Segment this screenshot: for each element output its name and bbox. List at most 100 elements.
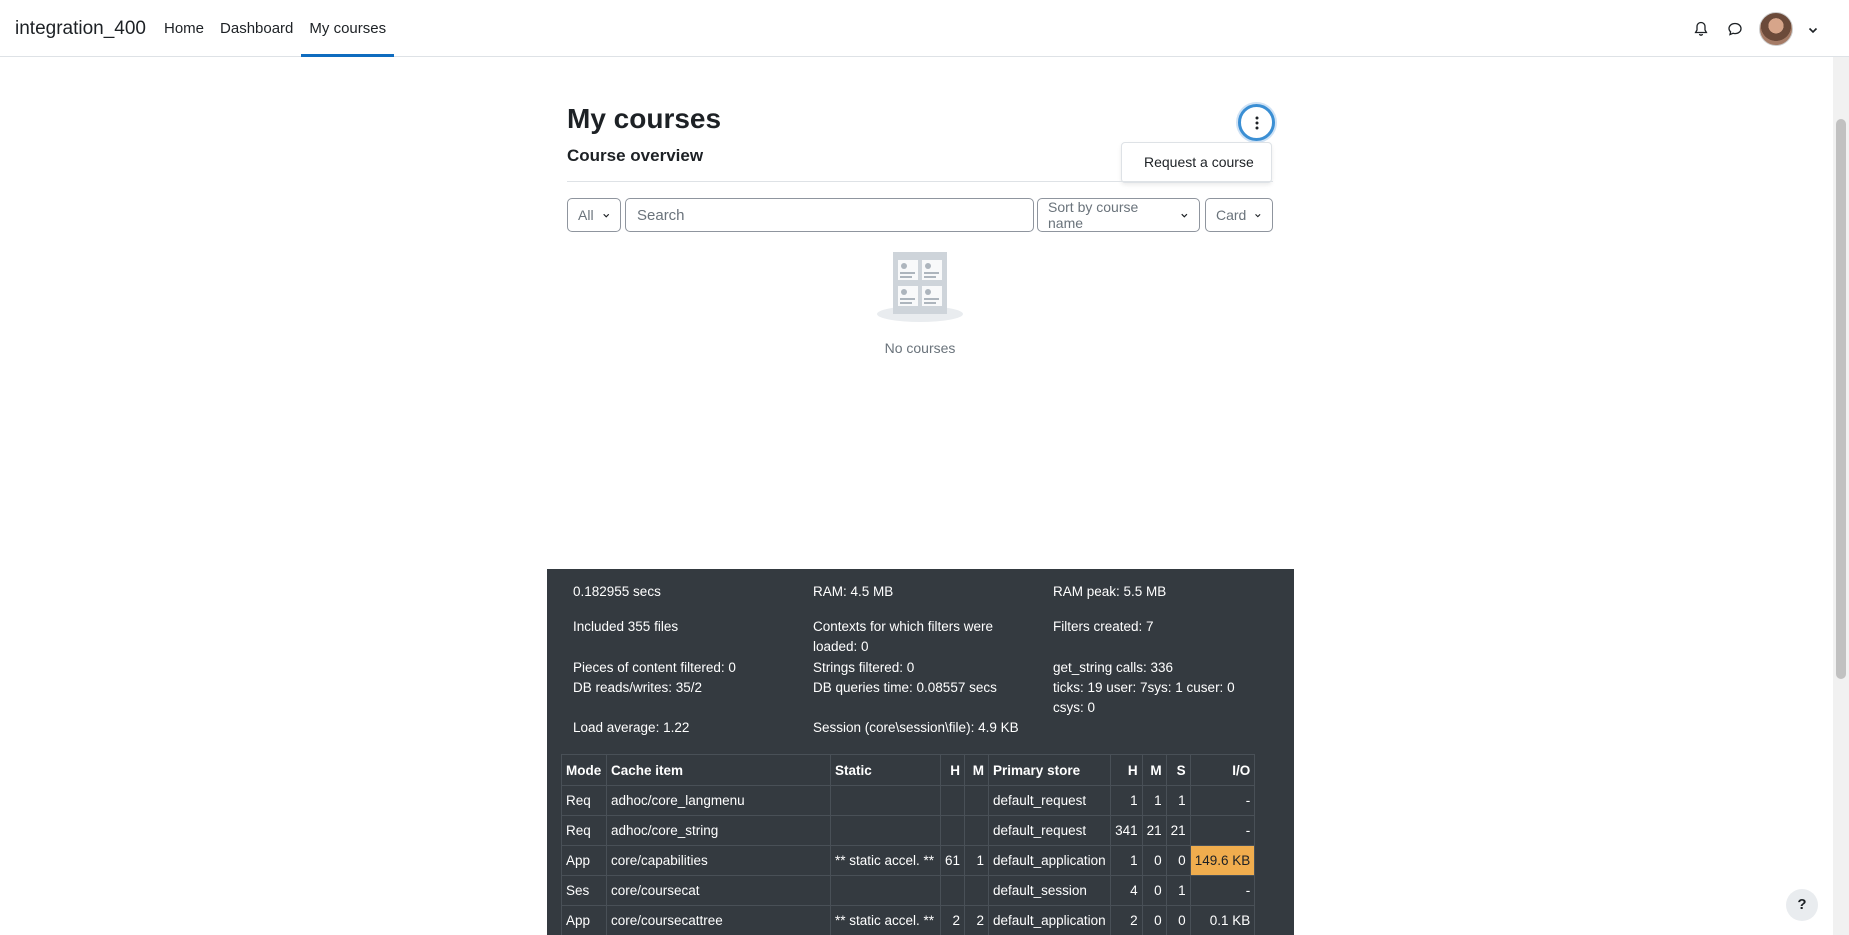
cell-m: 0 (1141, 875, 1167, 906)
cell-mode: App (561, 905, 607, 935)
cell-static-m (964, 875, 990, 906)
cell-cache-item: core/capabilities (606, 845, 831, 876)
bell-icon[interactable] (1691, 19, 1711, 39)
cell-static (830, 875, 941, 906)
col-static: Static (830, 754, 941, 786)
cell-io: 0.1 KB (1189, 905, 1256, 935)
col-static-m: M (964, 754, 990, 786)
chat-icon[interactable] (1725, 19, 1745, 39)
view-label: Card (1216, 207, 1247, 223)
cell-mode: Req (561, 815, 607, 846)
nav-dashboard[interactable]: Dashboard (212, 0, 301, 57)
view-dropdown[interactable]: Card (1205, 198, 1273, 232)
cell-mode: App (561, 845, 607, 876)
actions-menu-button[interactable] (1238, 104, 1275, 141)
empty-state-text: No courses (884, 340, 956, 356)
primary-nav: Home Dashboard My courses (156, 0, 395, 57)
cell-static-m: 2 (964, 905, 990, 935)
chevron-down-icon (1255, 213, 1261, 217)
perf-ram-peak: RAM peak: 5.5 MB (1053, 584, 1167, 599)
cell-static-h (939, 815, 966, 846)
scrollbar-thumb[interactable] (1836, 119, 1846, 679)
cache-table: Mode Cache item Static H M Primary store… (561, 754, 1256, 935)
col-primary-store: Primary store (988, 754, 1111, 786)
sort-dropdown[interactable]: Sort by course name (1037, 198, 1200, 232)
cell-primary-store: default_request (988, 785, 1111, 816)
top-navbar: integration_400 Home Dashboard My course… (0, 0, 1849, 57)
chevron-down-icon[interactable] (1807, 23, 1819, 35)
cell-primary-store: default_session (988, 875, 1111, 906)
cell-s: 0 (1165, 845, 1191, 876)
cell-mode: Ses (561, 875, 607, 906)
cell-cache-item: core/coursecattree (606, 905, 831, 935)
cell-io: - (1189, 785, 1256, 816)
cell-io: 149.6 KB (1189, 845, 1256, 876)
cell-primary-store: default_application (988, 905, 1111, 935)
perf-ram: RAM: 4.5 MB (813, 584, 894, 599)
cell-m: 0 (1141, 845, 1167, 876)
cell-static-h (939, 785, 966, 816)
nav-home[interactable]: Home (156, 0, 212, 57)
grouping-dropdown[interactable]: All (567, 198, 621, 232)
col-static-h: H (939, 754, 966, 786)
perf-get-string: get_string calls: 336 (1053, 660, 1174, 675)
col-cache-item: Cache item (606, 754, 831, 786)
cell-static-h: 2 (939, 905, 966, 935)
no-courses-icon (877, 252, 963, 322)
cell-h: 1 (1109, 845, 1143, 876)
cell-s: 21 (1165, 815, 1191, 846)
cell-io: - (1189, 815, 1256, 846)
col-mode: Mode (561, 754, 607, 786)
grouping-label: All (578, 207, 594, 223)
page-scrollbar[interactable] (1833, 57, 1849, 935)
cell-h: 1 (1109, 785, 1143, 816)
section-title: Course overview (567, 146, 704, 165)
page-title: My courses (567, 103, 722, 134)
cell-s: 0 (1165, 905, 1191, 935)
perf-included: Included 355 files (573, 619, 679, 634)
help-button[interactable]: ? (1786, 889, 1818, 921)
perf-db-rw: DB reads/writes: 35/2 (573, 680, 703, 695)
cell-static-m (964, 785, 990, 816)
perf-time: 0.182955 secs (573, 584, 661, 599)
perf-strings: Strings filtered: 0 (813, 660, 915, 675)
perf-filters-created: Filters created: 7 (1053, 619, 1154, 634)
perf-pieces: Pieces of content filtered: 0 (573, 660, 736, 675)
cell-static-h: 61 (939, 845, 966, 876)
cell-h: 4 (1109, 875, 1143, 906)
col-m: M (1141, 754, 1167, 786)
col-io: I/O (1189, 754, 1256, 786)
chevron-down-icon (602, 213, 609, 218)
avatar[interactable] (1759, 11, 1793, 46)
site-brand[interactable]: integration_400 (15, 18, 146, 40)
cell-s: 1 (1165, 875, 1191, 906)
perf-contexts: Contexts for which filters were loaded: … (813, 619, 994, 654)
perf-ticks: ticks: 19 user: 7sys: 1 cuser: 0 csys: 0 (1053, 680, 1235, 715)
divider (567, 181, 1273, 182)
cache-table-header: Mode Cache item Static H M Primary store… (561, 754, 1256, 786)
cell-static: ** static accel. ** (830, 905, 941, 935)
cell-cache-item: adhoc/core_langmenu (606, 785, 831, 816)
table-row: Req adhoc/core_string default_request 34… (561, 815, 1256, 846)
nav-my-courses[interactable]: My courses (301, 0, 395, 57)
cell-static-m (964, 815, 990, 846)
cell-h: 2 (1109, 905, 1143, 935)
perf-session: Session (core\session\file): 4.9 KB (813, 720, 1019, 735)
table-row: App core/capabilities ** static accel. *… (561, 845, 1256, 876)
cell-primary-store: default_request (988, 815, 1111, 846)
cell-mode: Req (561, 785, 607, 816)
cell-io: - (1189, 875, 1256, 906)
search-input[interactable] (625, 198, 1034, 232)
perf-load: Load average: 1.22 (573, 720, 690, 735)
chevron-down-icon (1181, 213, 1188, 218)
col-h: H (1109, 754, 1143, 786)
cell-cache-item: adhoc/core_string (606, 815, 831, 846)
cell-m: 1 (1141, 785, 1167, 816)
cell-primary-store: default_application (988, 845, 1111, 876)
table-row: Req adhoc/core_langmenu default_request … (561, 785, 1256, 816)
col-s: S (1165, 754, 1191, 786)
cell-static (830, 785, 941, 816)
perf-db-time: DB queries time: 0.08557 secs (813, 680, 997, 695)
cell-h: 341 (1109, 815, 1143, 846)
request-course-menu-item[interactable]: Request a course (1121, 142, 1272, 183)
